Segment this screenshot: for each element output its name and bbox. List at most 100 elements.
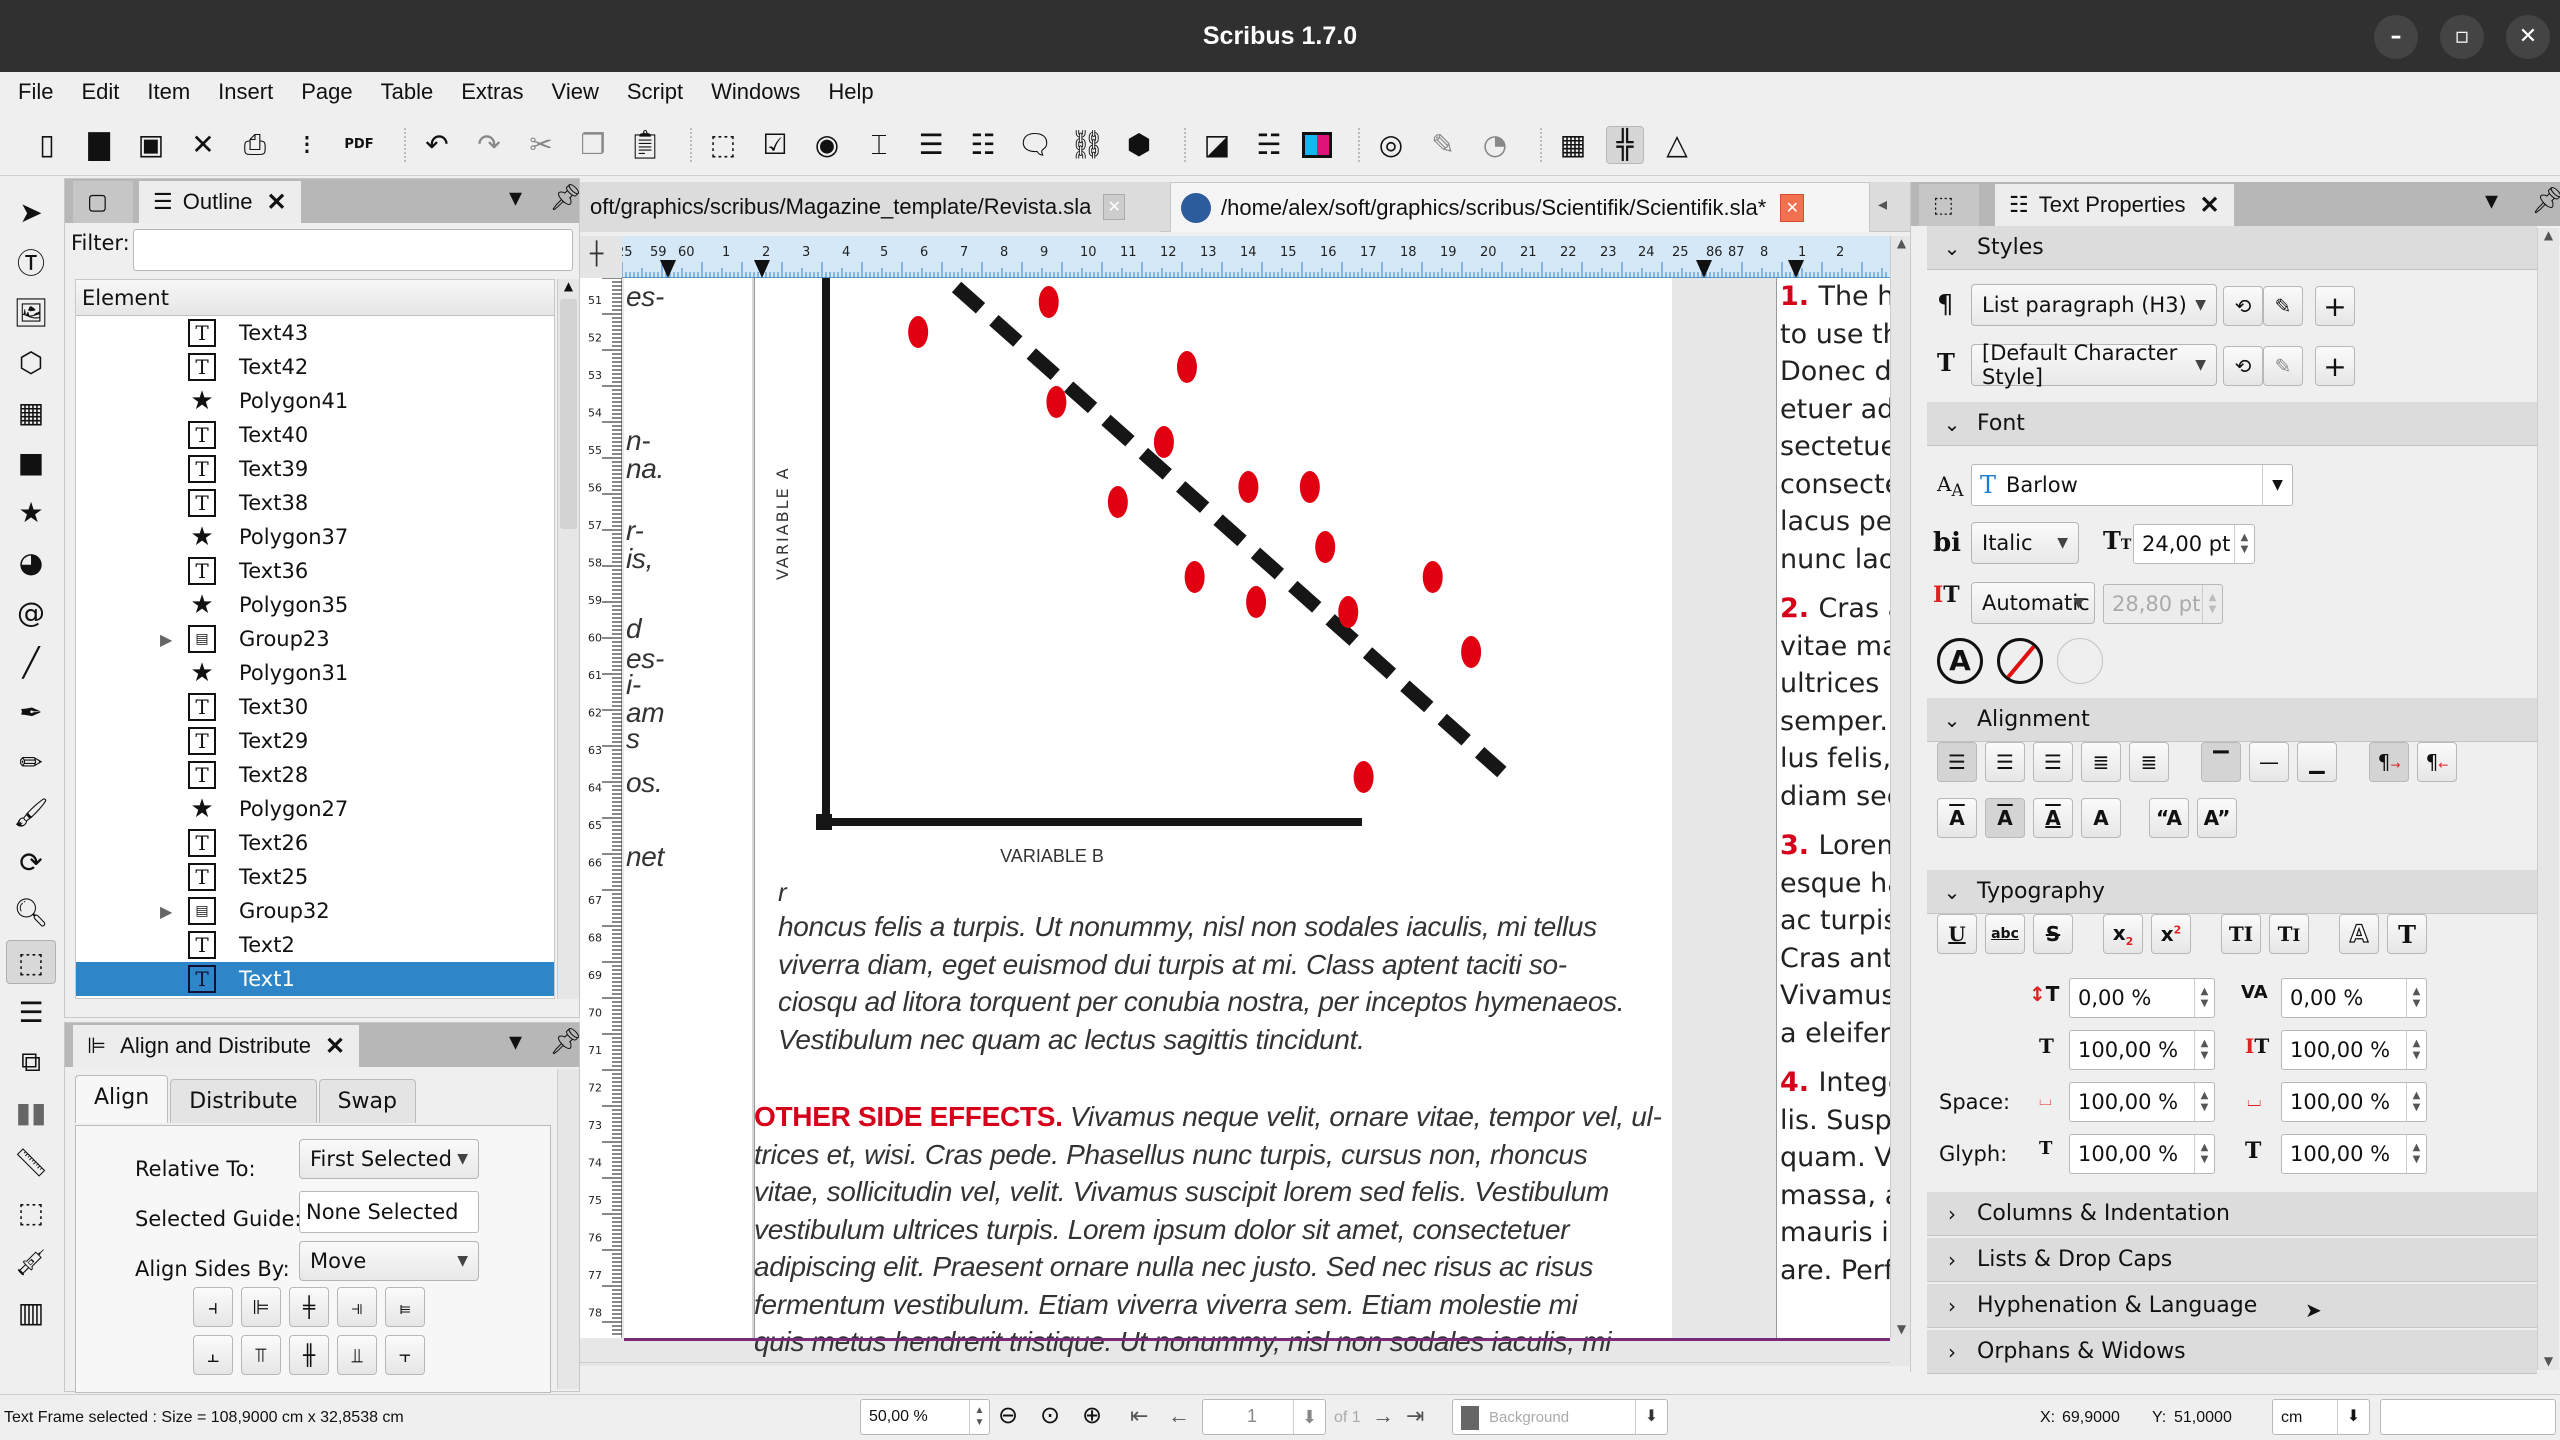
- menu-table[interactable]: Table: [381, 79, 434, 105]
- outline-item-text40[interactable]: T Text40: [76, 418, 554, 452]
- paragraph-other-side-effects[interactable]: OTHER SIDE EFFECTS. Vivamus neque velit,…: [754, 1098, 1672, 1361]
- align-top-outside-button[interactable]: ⫟: [385, 1335, 425, 1375]
- outline-item-text2[interactable]: T Text2: [76, 928, 554, 962]
- image-frame-icon[interactable]: 🖼︎: [6, 290, 56, 334]
- menu-windows[interactable]: Windows: [711, 79, 800, 105]
- text-frame-icon[interactable]: Ⓣ: [6, 240, 56, 284]
- character-style-select[interactable]: [Default Character Style] ▼: [1971, 341, 2217, 389]
- outline-item-text38[interactable]: T Text38: [76, 486, 554, 520]
- measure-icon[interactable]: 📏︎: [6, 1140, 56, 1184]
- space-min-spinbox[interactable]: 100,00 % ▲ ▼: [2069, 1082, 2215, 1122]
- spin-arrows-icon[interactable]: ▲ ▼: [2194, 1083, 2214, 1121]
- dock-menu-icon[interactable]: ▾: [509, 183, 522, 213]
- typography-section-header[interactable]: ⌄ Typography: [1927, 870, 2537, 914]
- close-icon[interactable]: ✕: [2199, 191, 2219, 220]
- strikethrough-button[interactable]: S: [2033, 914, 2073, 954]
- align-scrollbar[interactable]: [557, 1069, 579, 1389]
- scroll-up-icon[interactable]: ▲: [558, 279, 579, 293]
- export-pdf-icon[interactable]: PDF: [340, 126, 378, 164]
- zoom-icon[interactable]: 🔍︎: [6, 890, 56, 934]
- menu-file[interactable]: File: [18, 79, 53, 105]
- scatter-chart[interactable]: VARIABLE A VARIABLE B: [754, 278, 1672, 898]
- align-bottom-outside-button[interactable]: ⫠: [193, 1335, 233, 1375]
- linespacing-offset-button[interactable]: A: [2033, 798, 2073, 838]
- glyph-max-spinbox[interactable]: 100,00 % ▲ ▼: [2281, 1134, 2427, 1174]
- zoom-out-icon[interactable]: ⊖: [998, 1401, 1018, 1430]
- reset-character-style-button[interactable]: ⟲: [2223, 346, 2263, 386]
- styles-section-header[interactable]: ⌄ Styles: [1927, 226, 2537, 270]
- orphans-widows-section[interactable]: › Orphans & Widows: [1927, 1330, 2537, 1374]
- align-text-center-button[interactable]: ☰: [1985, 742, 2025, 782]
- relative-to-select[interactable]: First Selected ▼: [299, 1139, 479, 1179]
- eyedropper-icon[interactable]: 💉︎: [6, 1240, 56, 1284]
- line-icon[interactable]: ╱: [6, 640, 56, 684]
- filter-input[interactable]: [133, 229, 573, 271]
- edit-text-icon[interactable]: ☰: [6, 990, 56, 1034]
- snap-to-guides-icon[interactable]: ╬: [1606, 125, 1644, 164]
- page-number-select[interactable]: 1 ⬇: [1202, 1399, 1326, 1435]
- spin-arrows-icon[interactable]: ▲ ▼: [2194, 1031, 2214, 1069]
- content-properties-tab[interactable]: ⬚: [1919, 184, 1979, 226]
- pin-icon[interactable]: 📌︎: [549, 183, 582, 213]
- select-icon[interactable]: ➤: [6, 190, 56, 234]
- tab-align[interactable]: Align: [75, 1075, 169, 1123]
- align-top-button[interactable]: ⫪: [241, 1335, 281, 1375]
- superscript-button[interactable]: x2: [2151, 914, 2191, 954]
- zoom-in-icon[interactable]: ⊕: [1082, 1401, 1102, 1430]
- first-line-offset-button[interactable]: A: [1937, 798, 1977, 838]
- undo-icon[interactable]: ↶: [418, 126, 456, 164]
- edit-character-style-button[interactable]: ✎: [2263, 346, 2303, 386]
- font-family-select[interactable]: T Barlow ▼: [1971, 464, 2293, 506]
- font-style-select[interactable]: Italic ▼: [1971, 522, 2079, 564]
- underline-words-button[interactable]: abc: [1985, 914, 2025, 954]
- ltr-direction-button[interactable]: ¶→: [2369, 742, 2409, 782]
- pdf-text-annotation-icon[interactable]: 🗨︎: [1016, 126, 1054, 164]
- open-icon[interactable]: ▇: [80, 126, 118, 164]
- close-tab-icon[interactable]: ✕: [1103, 194, 1126, 220]
- scale-height-spinbox[interactable]: 100,00 % ▲ ▼: [2281, 1030, 2427, 1070]
- edit-paragraph-style-button[interactable]: ✎: [2263, 286, 2303, 326]
- shadow-text-button[interactable]: T: [2387, 914, 2427, 954]
- zoom-level-spinbox[interactable]: 50,00 % ▲ ▼: [860, 1399, 990, 1435]
- next-page-icon[interactable]: →: [1372, 1403, 1394, 1429]
- calligraphic-icon[interactable]: 🖌︎: [6, 790, 56, 834]
- paragraph-style-select[interactable]: List paragraph (H3) ▼: [1971, 284, 2217, 326]
- text-color-button[interactable]: A: [1937, 638, 1983, 684]
- outline-item-text29[interactable]: T Text29: [76, 724, 554, 758]
- spin-arrows-icon[interactable]: ▲ ▼: [2406, 1083, 2426, 1121]
- layers-tab[interactable]: ▢: [73, 181, 133, 223]
- paste-icon[interactable]: 📋︎: [626, 126, 664, 164]
- outline-item-text1[interactable]: T Text1: [76, 962, 554, 996]
- close-window-button[interactable]: ✕: [2506, 15, 2550, 59]
- valign-bottom-button[interactable]: ▁: [2297, 742, 2337, 782]
- zoom-100-icon[interactable]: ⊙: [1040, 1401, 1060, 1430]
- first-page-icon[interactable]: ⇤: [1130, 1403, 1148, 1429]
- stroke-color-button[interactable]: [2057, 638, 2103, 684]
- document-tab-scientifik[interactable]: /home/alex/soft/graphics/scribus/Scienti…: [1170, 182, 1870, 232]
- spin-arrows-icon[interactable]: ▲ ▼: [2406, 1031, 2426, 1069]
- close-document-icon[interactable]: ✕: [184, 126, 222, 164]
- bezier-icon[interactable]: ✒: [6, 690, 56, 734]
- pdf-radio-button-icon[interactable]: ◉: [808, 126, 846, 164]
- status-extra-field[interactable]: [2380, 1399, 2556, 1435]
- edit-contents-icon[interactable]: ✎: [1424, 126, 1462, 164]
- pin-icon[interactable]: 📌︎: [549, 1027, 582, 1057]
- scroll-up-icon[interactable]: ▲: [1891, 236, 1910, 250]
- align-left-button[interactable]: ⊫: [241, 1287, 281, 1327]
- canvas-horizontal-scrollbar[interactable]: [580, 1362, 1890, 1366]
- menu-script[interactable]: Script: [627, 79, 683, 105]
- preview-mode-icon[interactable]: ◪: [1198, 126, 1236, 164]
- paragraph-1[interactable]: honcus felis a turpis. Ut nonummy, nisl …: [778, 908, 1658, 1058]
- page-right-column[interactable]: 1. The hato use thDonec dietuer adisecte…: [1776, 278, 1890, 1338]
- menu-edit[interactable]: Edit: [81, 79, 119, 105]
- scale-width-spinbox[interactable]: 100,00 % ▲ ▼: [2069, 1030, 2215, 1070]
- spin-arrows-icon[interactable]: ▲ ▼: [2406, 979, 2426, 1017]
- menu-insert[interactable]: Insert: [218, 79, 273, 105]
- outline-item-text36[interactable]: T Text36: [76, 554, 554, 588]
- font-size-spinbox[interactable]: 24,00 pt ▲ ▼: [2133, 524, 2255, 564]
- outline-item-text43[interactable]: T Text43: [76, 316, 554, 350]
- valign-middle-button[interactable]: —: [2249, 742, 2289, 782]
- scroll-down-icon[interactable]: ▼: [2538, 1354, 2559, 1368]
- baseline-offset-spinbox[interactable]: 0,00 % ▲ ▼: [2069, 978, 2215, 1018]
- unit-select[interactable]: cm ⬇: [2272, 1399, 2370, 1435]
